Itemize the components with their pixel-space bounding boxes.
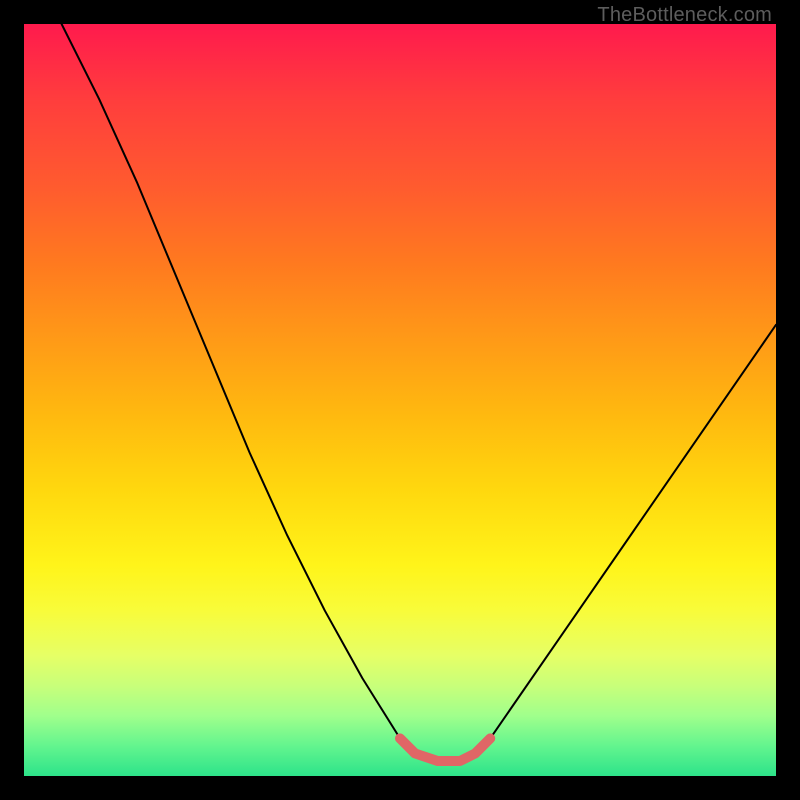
chart-frame: TheBottleneck.com (0, 0, 800, 800)
chart-svg (24, 24, 776, 776)
bottleneck-curve (62, 24, 776, 761)
flat-bottom-highlight (400, 738, 490, 761)
plot-area (24, 24, 776, 776)
watermark-text: TheBottleneck.com (597, 4, 772, 27)
